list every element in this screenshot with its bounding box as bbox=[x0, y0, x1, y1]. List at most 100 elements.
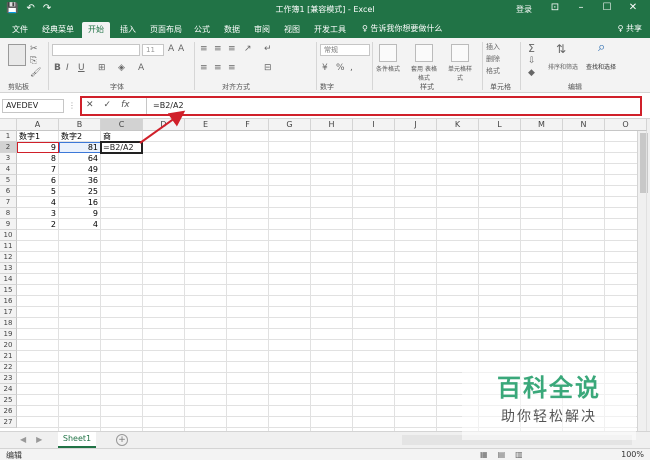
header-cell[interactable]: 数字2 bbox=[61, 131, 101, 142]
font-color-icon[interactable]: A bbox=[138, 63, 144, 73]
row-header-15[interactable]: 15 bbox=[0, 285, 17, 296]
row-header-5[interactable]: 5 bbox=[0, 175, 17, 186]
row-header-27[interactable]: 27 bbox=[0, 417, 17, 428]
maximize-button[interactable]: ☐ bbox=[594, 2, 620, 13]
tab-page-layout[interactable]: 页面布局 bbox=[144, 22, 188, 38]
vertical-scrollbar[interactable] bbox=[637, 119, 650, 431]
tab-insert[interactable]: 插入 bbox=[114, 22, 142, 38]
merge-center-icon[interactable]: ⊟ bbox=[264, 63, 272, 73]
cancel-icon[interactable]: ✕ bbox=[86, 100, 94, 110]
format-cells-button[interactable]: 格式 bbox=[486, 66, 500, 76]
column-header-j[interactable]: J bbox=[395, 119, 437, 131]
enter-icon[interactable]: ✓ bbox=[104, 100, 112, 110]
cut-icon[interactable]: ✂ bbox=[30, 44, 38, 54]
row-header-8[interactable]: 8 bbox=[0, 208, 17, 219]
orientation-icon[interactable]: ↗ bbox=[244, 44, 252, 54]
cell-a5[interactable]: 6 bbox=[17, 175, 58, 186]
minimize-button[interactable]: – bbox=[568, 2, 594, 13]
row-header-3[interactable]: 3 bbox=[0, 153, 17, 164]
align-top-icon[interactable]: ≡ bbox=[200, 44, 208, 54]
cell-b3[interactable]: 64 bbox=[59, 153, 100, 164]
row-header-13[interactable]: 13 bbox=[0, 263, 17, 274]
row-header-11[interactable]: 11 bbox=[0, 241, 17, 252]
close-button[interactable]: ✕ bbox=[620, 2, 646, 13]
column-header-h[interactable]: H bbox=[311, 119, 353, 131]
cell-a8[interactable]: 3 bbox=[17, 208, 58, 219]
italic-icon[interactable]: I bbox=[66, 63, 69, 73]
next-sheet-icon[interactable]: ▶ bbox=[36, 435, 42, 444]
name-box[interactable]: AVEDEV bbox=[2, 99, 64, 113]
row-header-17[interactable]: 17 bbox=[0, 307, 17, 318]
cell-styles-button[interactable]: 单元格样式 bbox=[446, 44, 474, 82]
row-header-6[interactable]: 6 bbox=[0, 186, 17, 197]
row-header-26[interactable]: 26 bbox=[0, 406, 17, 417]
border-icon[interactable]: ⊞ bbox=[98, 63, 106, 73]
add-sheet-button[interactable]: + bbox=[116, 434, 128, 446]
row-header-14[interactable]: 14 bbox=[0, 274, 17, 285]
cell-a2[interactable]: 9 bbox=[17, 142, 58, 153]
column-header-o[interactable]: O bbox=[605, 119, 647, 131]
tab-developer[interactable]: 开发工具 bbox=[308, 22, 352, 38]
row-header-4[interactable]: 4 bbox=[0, 164, 17, 175]
row-header-1[interactable]: 1 bbox=[0, 131, 17, 142]
format-as-table-button[interactable]: 套用 表格格式 bbox=[410, 44, 438, 82]
row-header-19[interactable]: 19 bbox=[0, 329, 17, 340]
align-middle-icon[interactable]: ≡ bbox=[214, 44, 222, 54]
select-all-corner[interactable] bbox=[0, 119, 17, 131]
format-painter-icon[interactable]: 🖌 bbox=[30, 68, 41, 78]
tab-view[interactable]: 视图 bbox=[278, 22, 306, 38]
insert-cells-button[interactable]: 插入 bbox=[486, 42, 500, 52]
underline-icon[interactable]: U bbox=[78, 63, 85, 73]
zoom-level[interactable]: 100% bbox=[621, 450, 644, 459]
row-header-20[interactable]: 20 bbox=[0, 340, 17, 351]
sheet-tab-sheet1[interactable]: Sheet1 bbox=[58, 432, 96, 448]
share-button[interactable]: ♀ 共享 bbox=[618, 23, 642, 34]
align-bottom-icon[interactable]: ≡ bbox=[228, 44, 236, 54]
align-left-icon[interactable]: ≡ bbox=[200, 63, 208, 73]
column-header-a[interactable]: A bbox=[17, 119, 59, 131]
column-header-f[interactable]: F bbox=[227, 119, 269, 131]
row-header-7[interactable]: 7 bbox=[0, 197, 17, 208]
cell-b4[interactable]: 49 bbox=[59, 164, 100, 175]
cell-a9[interactable]: 2 bbox=[17, 219, 58, 230]
tell-me-search[interactable]: ♀ 告诉我你想要做什么 bbox=[362, 23, 442, 34]
row-header-22[interactable]: 22 bbox=[0, 362, 17, 373]
column-header-g[interactable]: G bbox=[269, 119, 311, 131]
paste-icon[interactable] bbox=[8, 44, 26, 66]
bold-icon[interactable]: B bbox=[54, 63, 61, 73]
insert-function-icon[interactable]: fx bbox=[121, 100, 130, 110]
currency-icon[interactable]: ¥ bbox=[322, 63, 328, 73]
cell-a3[interactable]: 8 bbox=[17, 153, 58, 164]
fill-icon[interactable]: ⇩ bbox=[528, 56, 536, 66]
ribbon-display-icon[interactable]: ⊡ bbox=[542, 2, 568, 13]
wrap-text-icon[interactable]: ↵ bbox=[264, 44, 272, 54]
sort-filter-icon[interactable]: ⇅ bbox=[556, 42, 566, 56]
cell-b5[interactable]: 36 bbox=[59, 175, 100, 186]
column-header-d[interactable]: D bbox=[143, 119, 185, 131]
find-select-button[interactable]: 查找和选择 bbox=[586, 62, 616, 71]
font-size-box[interactable]: 11 bbox=[142, 44, 164, 56]
copy-icon[interactable]: ⎘ bbox=[30, 56, 37, 66]
tab-data[interactable]: 数据 bbox=[218, 22, 246, 38]
cell-a6[interactable]: 5 bbox=[17, 186, 58, 197]
cell-b8[interactable]: 9 bbox=[59, 208, 100, 219]
tab-formulas[interactable]: 公式 bbox=[188, 22, 216, 38]
row-header-2[interactable]: 2 bbox=[0, 142, 17, 153]
align-right-icon[interactable]: ≡ bbox=[228, 63, 236, 73]
cell-b9[interactable]: 4 bbox=[59, 219, 100, 230]
column-header-n[interactable]: N bbox=[563, 119, 605, 131]
autosum-icon[interactable]: Σ bbox=[528, 42, 535, 55]
row-header-23[interactable]: 23 bbox=[0, 373, 17, 384]
cell-b6[interactable]: 25 bbox=[59, 186, 100, 197]
column-header-e[interactable]: E bbox=[185, 119, 227, 131]
row-header-21[interactable]: 21 bbox=[0, 351, 17, 362]
page-layout-view-icon[interactable]: ▤ bbox=[498, 450, 506, 459]
cell-b7[interactable]: 16 bbox=[59, 197, 100, 208]
fill-color-icon[interactable]: ◈ bbox=[118, 63, 125, 73]
percent-icon[interactable]: % bbox=[336, 63, 345, 73]
conditional-format-button[interactable]: 条件格式 bbox=[374, 44, 402, 73]
number-format-box[interactable]: 常规 bbox=[320, 44, 370, 56]
login-link[interactable]: 登录 bbox=[516, 4, 532, 15]
column-header-i[interactable]: I bbox=[353, 119, 395, 131]
shrink-font-icon[interactable]: A bbox=[178, 44, 184, 54]
